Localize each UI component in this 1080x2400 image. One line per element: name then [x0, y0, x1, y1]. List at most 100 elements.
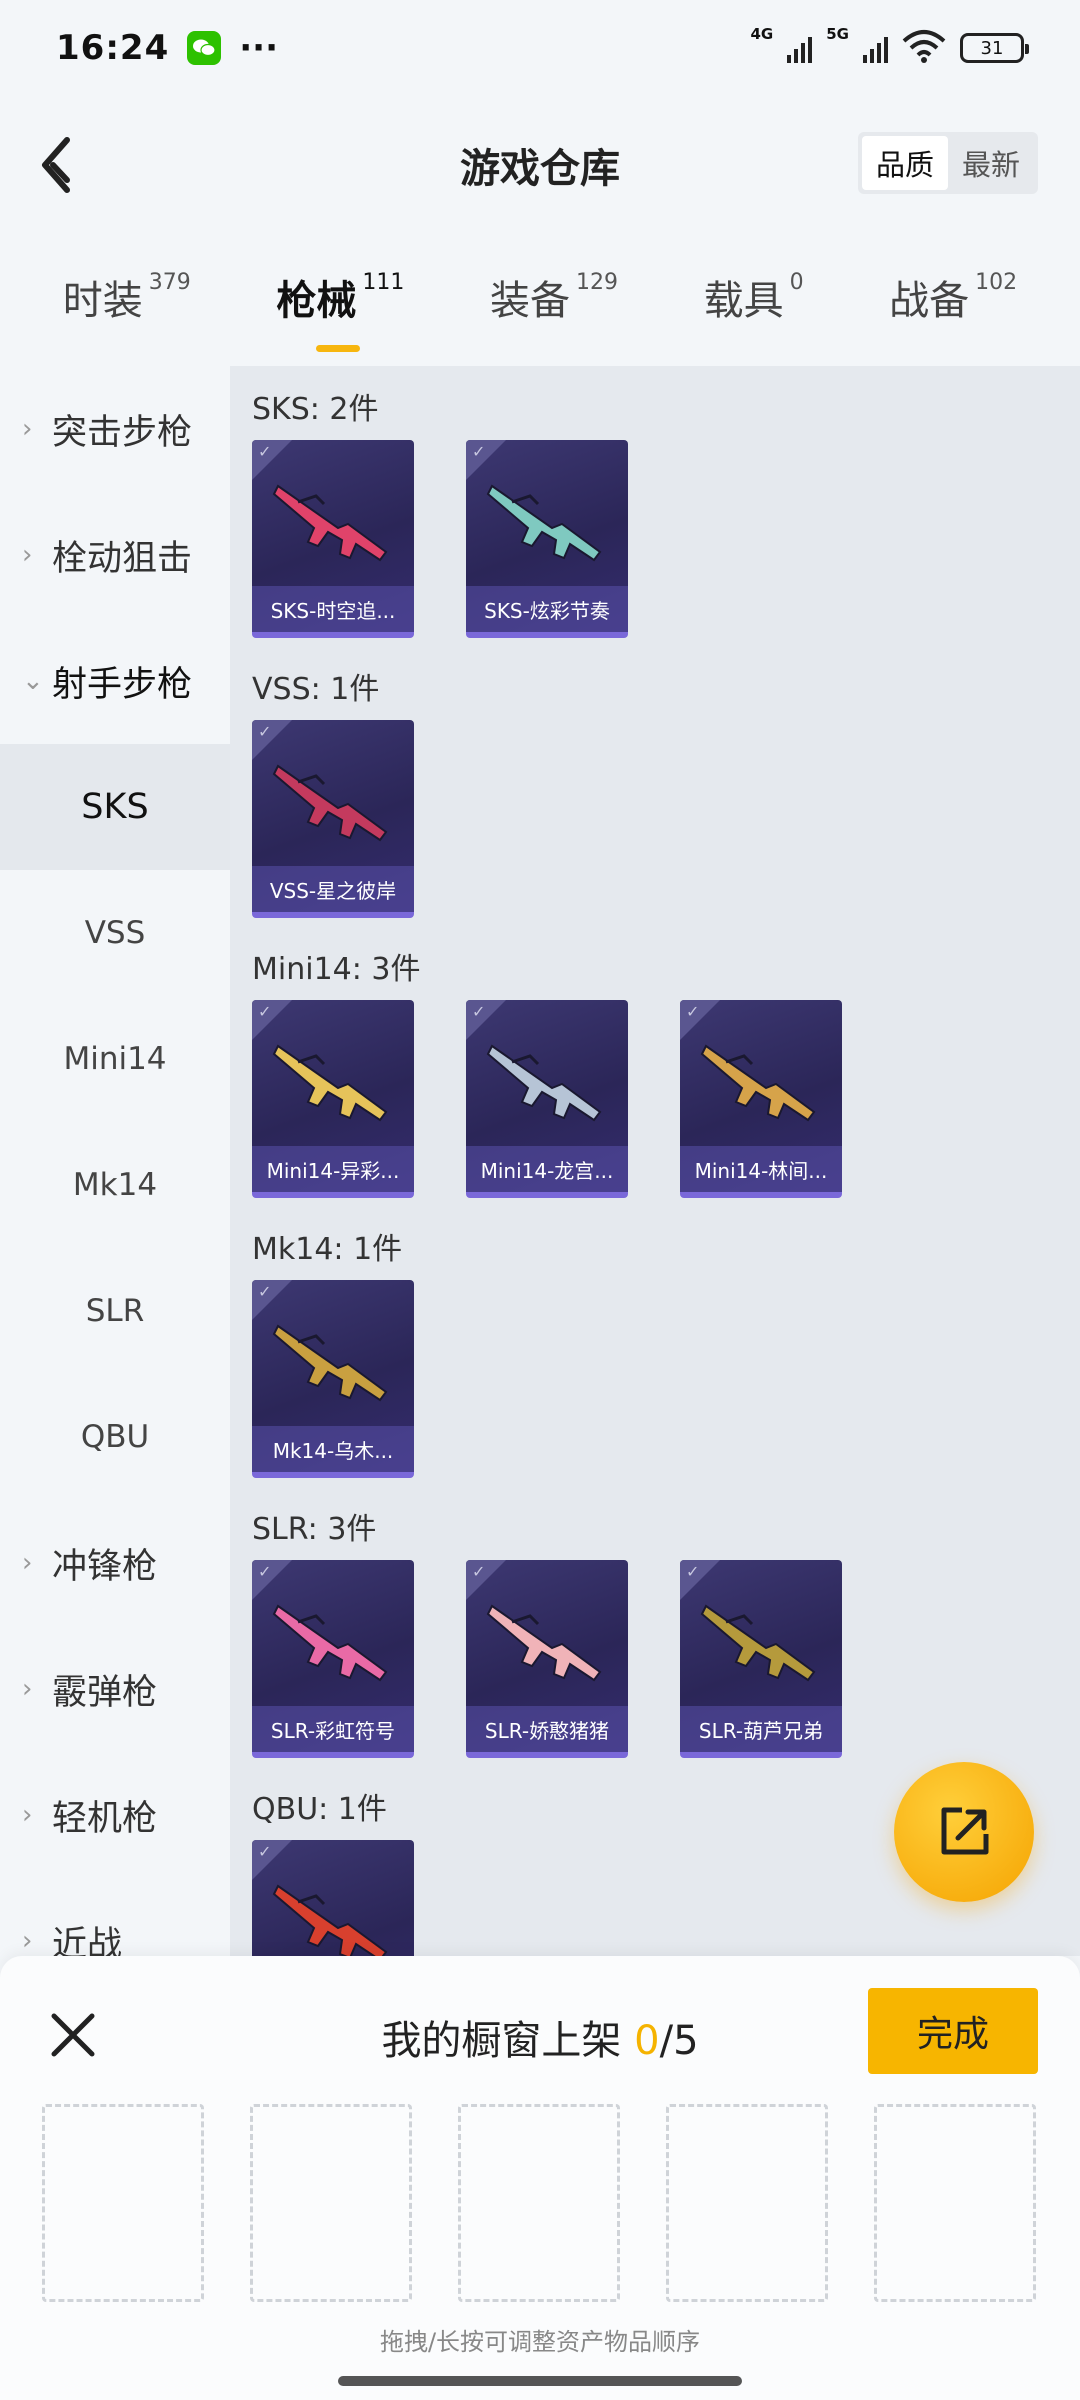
showcase-slots	[42, 2104, 1036, 2302]
weapon-skin-name: Mk14-乌木...	[252, 1426, 414, 1472]
tab-count: 0	[789, 270, 804, 295]
wechat-notification-icon	[187, 31, 222, 65]
weapon-group-items: ✓ Mk14-乌木...	[230, 1280, 1080, 1478]
sidebar-item-shotgun[interactable]: › 霰弹枪	[0, 1626, 230, 1752]
weapon-skin-card[interactable]: ✓	[252, 1840, 414, 1956]
weapon-group-title: VSS: 1件	[252, 672, 380, 707]
sidebar-item-marksman-rifle[interactable]: ⌄ 射手步枪	[0, 618, 230, 744]
back-button[interactable]	[22, 130, 92, 200]
weapon-skin-list: SKS: 2件 ✓ SKS-时空追... ✓ SKS-炫彩节奏 VSS: 1件 ✓ VSS-星…	[230, 366, 1080, 1956]
sidebar-subitem-sks[interactable]: SKS	[0, 744, 230, 870]
sidebar-item-assault-rifle[interactable]: › 突击步枪	[0, 366, 230, 492]
rifle-icon	[272, 1884, 388, 1956]
tab-supplies[interactable]: 战备 102	[889, 250, 1017, 326]
weapon-skin-card[interactable]: ✓ VSS-星之彼岸	[252, 720, 414, 918]
sort-by-quality-button[interactable]: 品质	[861, 136, 948, 190]
weapon-skin-card[interactable]: ✓ Mini14-林间...	[680, 1000, 842, 1198]
check-icon: ✓	[258, 442, 272, 461]
weapon-skin-name: Mini14-龙宫...	[466, 1146, 628, 1192]
check-icon: ✓	[258, 1842, 272, 1861]
weapon-skin-card[interactable]: ✓ Mk14-乌木...	[252, 1280, 414, 1478]
rifle-icon	[486, 1604, 602, 1682]
tab-label: 载具	[703, 278, 784, 324]
sidebar-subitem-slr[interactable]: SLR	[0, 1248, 230, 1374]
showcase-title-text: 我的橱窗上架	[381, 2018, 622, 2064]
status-indicators: 4G 5G 31	[751, 25, 1029, 67]
sort-by-newest-button[interactable]: 最新	[948, 136, 1034, 190]
tab-fashion[interactable]: 时装 379	[63, 250, 191, 326]
showcase-slot[interactable]	[874, 2104, 1036, 2302]
rifle-icon	[272, 1044, 388, 1122]
tab-equipment[interactable]: 装备 129	[490, 250, 618, 326]
rifle-icon	[486, 484, 602, 562]
check-icon: ✓	[258, 1562, 272, 1581]
showcase-slot[interactable]	[458, 2104, 620, 2302]
weapon-group-items: ✓ VSS-星之彼岸	[230, 720, 1080, 918]
page-header: 游戏仓库 品质 最新	[0, 100, 1080, 230]
check-icon: ✓	[258, 1282, 272, 1301]
weapon-skin-card[interactable]: ✓ SLR-葫芦兄弟	[680, 1560, 842, 1758]
weapon-skin-card[interactable]: ✓ SLR-娇憨猪猪	[466, 1560, 628, 1758]
sidebar-subitem-qbu[interactable]: QBU	[0, 1374, 230, 1500]
sidebar-subitem-vss[interactable]: VSS	[0, 870, 230, 996]
showcase-total-count: /5	[659, 2018, 699, 2064]
weapon-group-title: SKS: 2件	[252, 392, 379, 427]
weapon-skin-name: Mini14-林间...	[680, 1146, 842, 1192]
chevron-left-icon	[42, 137, 70, 193]
sidebar-item-bolt-sniper[interactable]: › 栓动狙击	[0, 492, 230, 618]
rifle-icon	[272, 1604, 388, 1682]
sidebar-item-lmg[interactable]: › 轻机枪	[0, 1752, 230, 1878]
weapon-skin-card[interactable]: ✓ SKS-时空追...	[252, 440, 414, 638]
weapon-skin-name: VSS-星之彼岸	[252, 866, 414, 912]
rifle-icon	[700, 1604, 816, 1682]
tab-count: 379	[148, 270, 191, 295]
weapon-group-title: Mk14: 1件	[252, 1232, 403, 1267]
weapon-skin-card[interactable]: ✓ Mini14-龙宫...	[466, 1000, 628, 1198]
home-indicator[interactable]	[338, 2376, 742, 2386]
network-4g-label: 4G	[750, 25, 774, 43]
reorder-hint: 拖拽/长按可调整资产物品顺序	[379, 2328, 701, 2356]
sidebar-subitem-mini14[interactable]: Mini14	[0, 996, 230, 1122]
weapon-skin-name: SLR-彩虹符号	[252, 1706, 414, 1752]
weapon-skin-card[interactable]: ✓ SKS-炫彩节奏	[466, 440, 628, 638]
sidebar-item-label: 霰弹枪	[52, 1672, 158, 1713]
sidebar-subitem-mk14[interactable]: Mk14	[0, 1122, 230, 1248]
weapon-skin-card[interactable]: ✓ Mini14-异彩...	[252, 1000, 414, 1198]
showcase-panel: 我的橱窗上架 0/5 完成 拖拽/长按可调整资产物品顺序	[0, 1956, 1080, 2400]
more-notifications-icon: ···	[239, 28, 278, 68]
rifle-icon	[272, 484, 388, 562]
weapon-skin-name: Mini14-异彩...	[252, 1146, 414, 1192]
weapon-group-title: SLR: 3件	[252, 1512, 377, 1547]
status-bar: 16:24 ··· 4G 5G 31	[0, 0, 1080, 96]
sidebar-item-label: 轻机枪	[52, 1798, 158, 1839]
showcase-slot[interactable]	[666, 2104, 828, 2302]
chevron-right-icon: ›	[22, 540, 33, 570]
showcase-slot[interactable]	[42, 2104, 204, 2302]
signal-4g-icon	[787, 33, 813, 63]
check-icon: ✓	[472, 1562, 486, 1581]
done-button[interactable]: 完成	[868, 1988, 1038, 2074]
page-title: 游戏仓库	[460, 146, 620, 192]
weapon-skin-name: SLR-娇憨猪猪	[466, 1706, 628, 1752]
rifle-icon	[486, 1044, 602, 1122]
showcase-slot[interactable]	[250, 2104, 412, 2302]
tab-count: 129	[575, 270, 618, 295]
tab-label: 时装	[62, 278, 143, 324]
sort-toggle: 品质 最新	[857, 132, 1038, 194]
chevron-right-icon: ›	[22, 1926, 33, 1956]
chevron-right-icon: ›	[22, 1800, 33, 1830]
check-icon: ✓	[258, 722, 272, 741]
weapon-category-sidebar: › 突击步枪 › 栓动狙击 ⌄ 射手步枪 SKS VSS Mini14 Mk14 SL…	[0, 366, 230, 1965]
tab-vehicles[interactable]: 载具 0	[704, 250, 804, 326]
tab-firearms[interactable]: 枪械 111	[276, 250, 404, 352]
weapon-skin-card[interactable]: ✓ SLR-彩虹符号	[252, 1560, 414, 1758]
share-icon	[941, 1807, 989, 1855]
share-button[interactable]	[894, 1762, 1034, 1902]
weapon-skin-name: SKS-炫彩节奏	[466, 586, 628, 632]
weapon-group-items: ✓ SKS-时空追... ✓ SKS-炫彩节奏	[230, 440, 1080, 638]
sidebar-item-label: 突击步枪	[52, 412, 193, 453]
tab-label: 战备	[889, 278, 970, 324]
tab-count: 102	[975, 270, 1018, 295]
signal-5g-icon	[863, 33, 888, 63]
sidebar-item-smg[interactable]: › 冲锋枪	[0, 1500, 230, 1626]
